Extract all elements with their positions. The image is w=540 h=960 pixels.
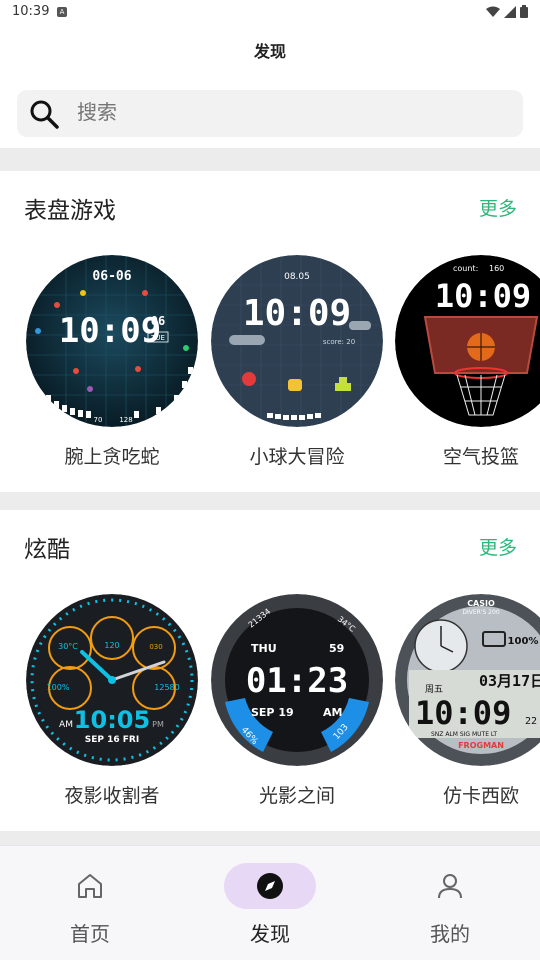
casio-battery: 100%: [508, 636, 539, 647]
snake-date: 06-06: [92, 269, 131, 284]
watchface-casio[interactable]: CASIO DIVER'S 200 100% 周五 03月17日 10:09 2…: [395, 594, 540, 766]
casio-date: 03月17日: [479, 672, 540, 690]
status-time: 10:39: [12, 4, 50, 19]
nav-label-profile: 我的: [430, 922, 470, 946]
divider: [0, 831, 540, 845]
ls-date: SEP 19: [251, 706, 294, 719]
snake-stat-a: 70: [94, 416, 103, 424]
nav-item-profile[interactable]: 我的: [360, 846, 540, 960]
basketball-time: 10:09: [435, 277, 531, 315]
snake-stat-b: 128: [119, 416, 132, 424]
reaper-time: 10:05: [74, 706, 150, 734]
basketball-count: 160: [489, 264, 504, 273]
watchface-snake[interactable]: 06-06 10:09 06 TUE 70 128: [26, 255, 198, 427]
snake-time: 10:09: [59, 311, 161, 351]
casio-foot: SNZ ALM SIG MUTE LT: [431, 731, 497, 738]
reaper-battery: 100%: [47, 683, 70, 692]
watchface-label: 夜影收割者: [64, 785, 160, 807]
basketball-count-label: count:: [453, 264, 478, 273]
watchface-label: 小球大冒险: [249, 446, 345, 468]
reaper-steps: 12580: [154, 683, 179, 692]
battery-icon: [520, 5, 528, 18]
home-icon: [78, 874, 102, 898]
reaper-pm: PM: [152, 720, 164, 729]
watchface-ball[interactable]: 08.05 10:09 score: 20: [211, 255, 383, 427]
search-icon: [30, 100, 59, 129]
watchface-light-shadow[interactable]: 21334 34°C THU 59 01:23 SEP 19 AM 46% 10…: [211, 594, 383, 766]
reaper-date: SEP 16 FRI: [85, 735, 139, 745]
watchface-label: 光影之间: [258, 785, 335, 807]
nav-item-home[interactable]: 首页: [0, 846, 180, 960]
reaper-bpm: 120: [104, 641, 119, 650]
nav-label-home: 首页: [70, 922, 110, 946]
notification-icon: A: [57, 7, 67, 17]
nav-label-discover: 发现: [250, 922, 290, 946]
wifi-icon: [486, 6, 500, 17]
watchface-label: 腕上贪吃蛇: [64, 446, 160, 468]
status-icons: [486, 5, 528, 18]
signal-icon: [504, 5, 516, 18]
watchface-label: 仿卡西欧: [442, 785, 519, 807]
compass-icon: [257, 873, 283, 899]
casio-time: 10:09: [415, 694, 511, 732]
ball-time: 10:09: [243, 293, 351, 334]
casio-brand: CASIO: [467, 599, 495, 608]
casio-seconds: 22: [525, 716, 537, 727]
page-title: 发现: [253, 42, 286, 61]
status-bar: 10:39 A: [0, 0, 540, 26]
search-input[interactable]: [77, 90, 477, 137]
more-link-games[interactable]: 更多: [479, 194, 517, 221]
watchface-basketball[interactable]: count: 160 10:09: [395, 255, 540, 427]
reaper-temp: 30°C: [58, 642, 78, 651]
divider: [0, 492, 540, 510]
ls-time: 01:23: [246, 661, 348, 701]
ball-date: 08.05: [284, 272, 310, 282]
casio-frogman: FROGMAN: [458, 741, 504, 750]
ball-score: score: 20: [323, 338, 355, 346]
nav-item-discover[interactable]: 发现: [180, 846, 360, 960]
ls-ampm: AM: [323, 706, 342, 719]
watchface-label: 空气投篮: [442, 446, 519, 468]
section-title-games: 表盘游戏: [24, 198, 116, 224]
ls-day: THU: [251, 642, 277, 655]
more-link-cool[interactable]: 更多: [479, 533, 517, 560]
snake-weekday: TUE: [150, 334, 165, 342]
bottom-nav: 首页 发现 我的: [0, 845, 540, 960]
reaper-am: AM: [59, 720, 73, 730]
snake-day: 06: [151, 314, 165, 328]
reaper-badge: 030: [149, 643, 162, 651]
watchface-night-reaper[interactable]: 30°C 120 030 100% 12580 AM PM 10:05 SEP …: [26, 594, 198, 766]
ls-minute: 59: [329, 642, 344, 655]
search-bar[interactable]: [17, 90, 523, 137]
section-title-cool: 炫酷: [24, 537, 70, 563]
divider: [0, 148, 540, 171]
person-icon: [438, 874, 462, 899]
casio-model: DIVER'S 200: [462, 609, 499, 616]
